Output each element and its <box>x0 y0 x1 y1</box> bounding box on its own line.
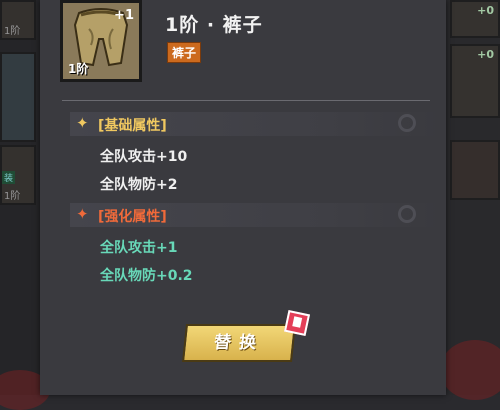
item-level-plus: +1 <box>114 8 134 23</box>
replace-button[interactable]: 替换 <box>182 324 296 362</box>
slot-tier-label: 1阶 <box>4 26 21 37</box>
background-item-slot: 装 1阶 <box>0 145 36 205</box>
swirl-ornament-icon <box>398 205 416 223</box>
base-attack-stat: 全队攻击+10 <box>100 149 188 165</box>
background-item-slot: +0 <box>450 0 500 38</box>
base-attributes-title: [基础属性] <box>98 118 167 134</box>
slot-tier-label: 1阶 <box>4 191 21 202</box>
enhanced-attack-stat: 全队攻击+1 <box>100 240 178 256</box>
base-attributes-header: ✦ [基础属性] <box>70 112 440 136</box>
background-inventory-right: +0 +0 <box>446 0 500 395</box>
base-defense-stat: 全队物防+2 <box>100 177 178 193</box>
background-item-slot <box>450 140 500 200</box>
enhanced-attributes-header: ✦ [强化属性] <box>70 203 440 227</box>
background-item-slot: 1阶 <box>0 0 36 40</box>
star-icon: ✦ <box>76 114 89 132</box>
slot-plus-label: +0 <box>477 48 494 61</box>
item-tier-label: 1阶 <box>68 62 89 76</box>
enhanced-attributes-title: [强化属性] <box>98 209 167 225</box>
item-type-badge: 裤子 <box>167 42 202 63</box>
background-item-slot: +0 <box>450 44 500 118</box>
background-item-slot <box>0 52 36 142</box>
star-icon: ✦ <box>76 205 89 223</box>
slot-tag: 装 <box>2 171 16 184</box>
slot-plus-label: +0 <box>477 4 494 17</box>
item-icon-frame: +1 1阶 <box>60 0 142 82</box>
swirl-ornament-icon <box>398 114 416 132</box>
notification-badge-icon <box>283 309 311 337</box>
item-title: 1阶 · 裤子 <box>165 14 263 36</box>
divider <box>62 100 430 101</box>
enhanced-defense-stat: 全队物防+0.2 <box>100 268 193 284</box>
background-inventory-left: 1阶 装 1阶 <box>0 0 40 395</box>
item-detail-panel: +1 1阶 1阶 · 裤子 裤子 ✦ [基础属性] 全队攻击+10 全队物防+2… <box>40 0 446 395</box>
